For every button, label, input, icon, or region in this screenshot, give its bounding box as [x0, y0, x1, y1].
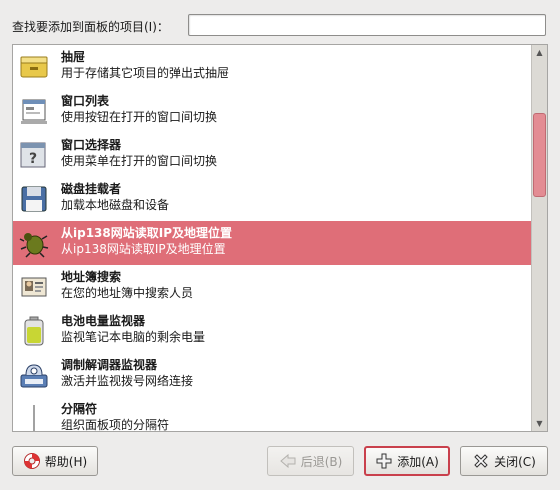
- back-button[interactable]: 后退(B): [267, 446, 354, 476]
- bug-icon: [19, 233, 49, 258]
- list-item[interactable]: ? 窗口选择器 使用菜单在打开的窗口间切换: [13, 133, 531, 177]
- item-title: 磁盘挂载者: [61, 182, 122, 196]
- list-item[interactable]: 窗口列表 使用按钮在打开的窗口间切换: [13, 89, 531, 133]
- applet-list[interactable]: 抽屉 用于存储其它项目的弹出式抽屉 窗口列表 使用按钮在打开的窗口间切换 ? 窗…: [13, 45, 531, 431]
- item-desc: 在您的地址簿中搜索人员: [61, 286, 194, 300]
- vertical-scrollbar[interactable]: ▲ ▼: [531, 45, 547, 431]
- item-title: 地址簿搜索: [61, 270, 122, 284]
- item-desc: 激活并监视拨号网络连接: [61, 374, 194, 388]
- item-desc: 用于存储其它项目的弹出式抽屉: [61, 66, 230, 80]
- item-desc: 监视笔记本电脑的剩余电量: [61, 330, 206, 344]
- search-row: 查找要添加到面板的项目(I)：: [12, 14, 548, 38]
- close-button[interactable]: 关闭(C): [460, 446, 548, 476]
- list-item[interactable]: 电池电量监视器 监视笔记本电脑的剩余电量: [13, 309, 531, 353]
- close-icon: [474, 454, 488, 468]
- scrollbar-thumb[interactable]: [533, 113, 546, 197]
- item-title: 抽屉: [61, 50, 86, 64]
- list-item[interactable]: 抽屉 用于存储其它项目的弹出式抽屉: [13, 45, 531, 89]
- list-item[interactable]: 磁盘挂载者 加载本地磁盘和设备: [13, 177, 531, 221]
- item-desc: 组织面板项的分隔符: [61, 418, 170, 431]
- item-title: 分隔符: [61, 402, 98, 416]
- back-button-label: 后退(B): [300, 454, 343, 469]
- item-desc: 使用按钮在打开的窗口间切换: [61, 110, 218, 124]
- svg-text:?: ?: [29, 151, 37, 167]
- search-input[interactable]: [188, 14, 546, 36]
- item-title: 调制解调器监视器: [61, 358, 158, 372]
- modem-icon: [20, 364, 48, 388]
- window-selector-icon: ?: [20, 142, 46, 168]
- item-desc: 加载本地磁盘和设备: [61, 198, 170, 212]
- scroll-down-arrow-icon[interactable]: ▼: [532, 416, 547, 431]
- search-label: 查找要添加到面板的项目(I)：: [12, 20, 169, 34]
- item-desc: 使用菜单在打开的窗口间切换: [61, 154, 218, 168]
- window-list-icon: [21, 99, 47, 124]
- close-button-label: 关闭(C): [494, 454, 536, 469]
- add-button[interactable]: 添加(A): [364, 446, 450, 476]
- item-title: 窗口列表: [61, 94, 110, 108]
- item-title: 电池电量监视器: [61, 314, 146, 328]
- applet-list-frame: 抽屉 用于存储其它项目的弹出式抽屉 窗口列表 使用按钮在打开的窗口间切换 ? 窗…: [12, 44, 548, 432]
- item-title: 从ip138网站读取IP及地理位置: [61, 226, 233, 240]
- scroll-up-arrow-icon[interactable]: ▲: [532, 45, 547, 60]
- arrow-left-icon: [279, 453, 296, 469]
- drawer-icon: [20, 56, 48, 78]
- list-item[interactable]: 分隔符 组织面板项的分隔符: [13, 397, 531, 431]
- disk-mounter-icon: [21, 186, 47, 212]
- item-title: 窗口选择器: [61, 138, 122, 152]
- plus-icon: [376, 453, 392, 469]
- separator-icon: [33, 405, 35, 431]
- help-button[interactable]: 帮助(H): [12, 446, 98, 476]
- list-item[interactable]: 地址簿搜索 在您的地址簿中搜索人员: [13, 265, 531, 309]
- item-desc: 从ip138网站读取IP及地理位置: [61, 242, 226, 256]
- battery-icon: [24, 316, 44, 346]
- list-item[interactable]: 调制解调器监视器 激活并监视拨号网络连接: [13, 353, 531, 397]
- address-book-icon: [21, 277, 47, 297]
- list-item-selected[interactable]: 从ip138网站读取IP及地理位置 从ip138网站读取IP及地理位置: [13, 221, 531, 265]
- lifebuoy-icon: [23, 453, 40, 469]
- help-button-label: 帮助(H): [44, 454, 88, 469]
- add-button-label: 添加(A): [397, 454, 439, 469]
